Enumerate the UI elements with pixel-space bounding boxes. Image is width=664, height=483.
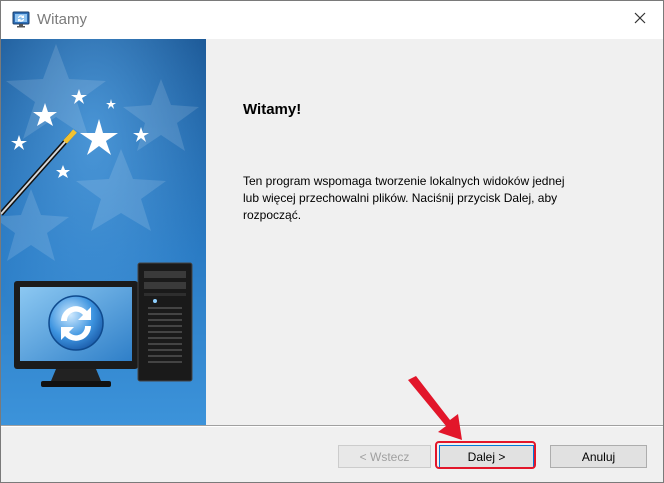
welcome-description: Ten program wspomaga tworzenie lokalnych… bbox=[243, 174, 565, 222]
sync-wizard-icon bbox=[12, 10, 32, 30]
wizard-content: Witamy! Ten program wspomaga tworzenie l… bbox=[206, 39, 663, 425]
wizard-window: Witamy Witamy! Ten program wspomaga twor… bbox=[0, 0, 664, 483]
page-heading: Witamy! bbox=[243, 101, 302, 118]
next-button-highlight bbox=[435, 441, 536, 469]
title-bar: Witamy bbox=[1, 1, 663, 39]
close-button[interactable] bbox=[617, 1, 663, 39]
red-arrow-icon bbox=[406, 376, 471, 444]
close-icon bbox=[634, 11, 646, 29]
wizard-banner-image bbox=[1, 39, 206, 425]
window-title: Witamy bbox=[37, 11, 87, 28]
back-button[interactable]: < Wstecz bbox=[338, 445, 431, 468]
button-area-divider bbox=[1, 425, 663, 427]
cancel-button[interactable]: Anuluj bbox=[550, 445, 647, 468]
